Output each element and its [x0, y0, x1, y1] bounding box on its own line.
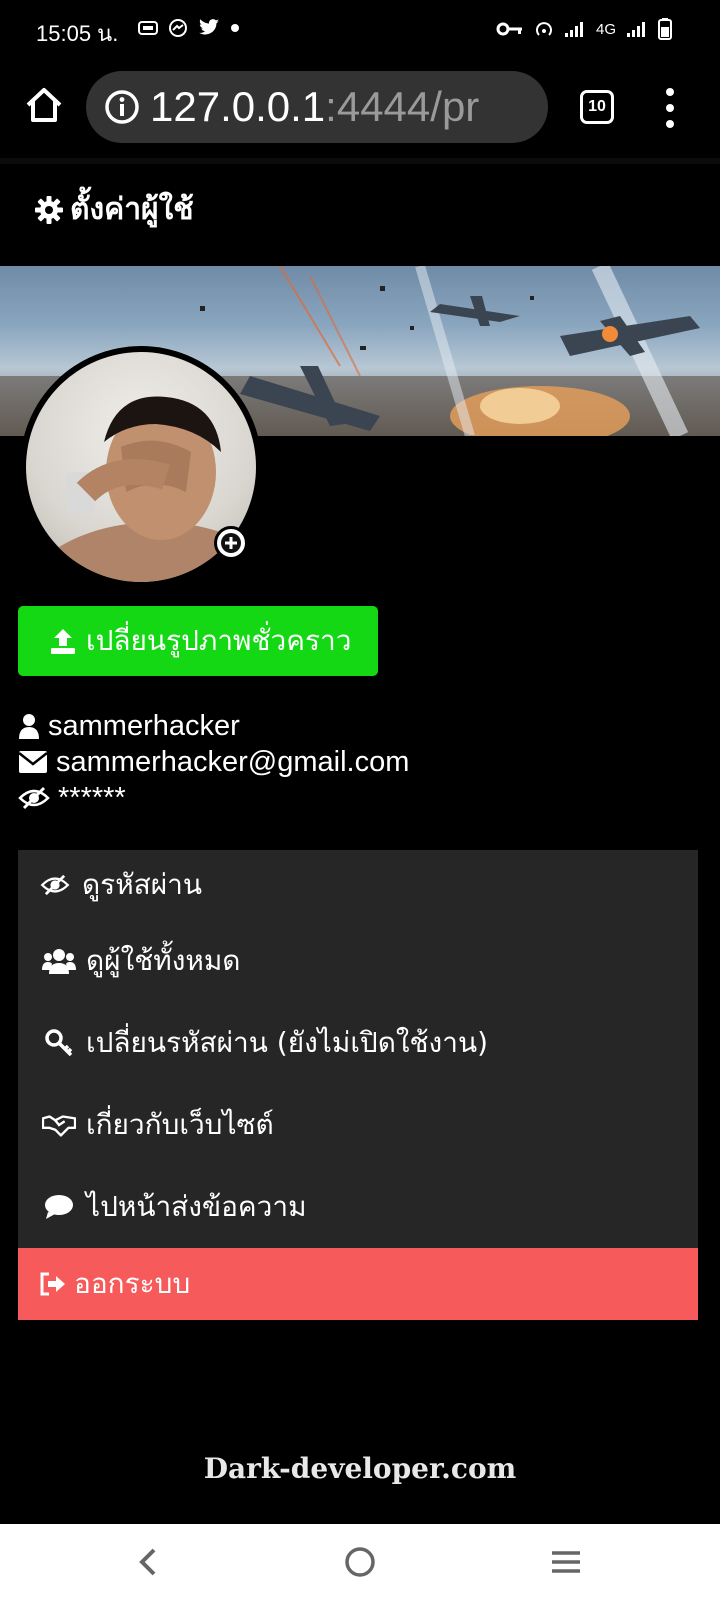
voicemail-icon [138, 21, 158, 35]
add-photo-button[interactable] [214, 526, 248, 560]
home-circle-icon[interactable] [338, 1540, 382, 1584]
username-row: sammerhacker [18, 708, 409, 744]
email-text: sammerhacker@gmail.com [56, 745, 410, 778]
menu-about-site[interactable]: เกี่ยวกับเว็บไซต์ [18, 1084, 698, 1166]
back-icon[interactable] [128, 1540, 172, 1584]
change-photo-button[interactable]: เปลี่ยนรูปภาพชั่วคราว [18, 606, 378, 676]
menu-send-message-label: ไปหน้าส่งข้อความ [86, 1190, 307, 1223]
comment-icon [42, 1190, 76, 1224]
username-text: sammerhacker [48, 709, 240, 742]
upload-icon [51, 629, 75, 654]
users-icon [42, 944, 76, 978]
address-bar[interactable]: 127.0.0.1:4444/pr [86, 71, 548, 143]
tab-switcher-button[interactable]: 10 [580, 90, 614, 124]
signal-icon [564, 22, 583, 37]
eye-slash-icon [18, 786, 50, 810]
key-icon [42, 1026, 76, 1060]
menu-change-password-label: เปลี่ยนรหัสผ่าน (ยังไม่เปิดใช้งาน) [86, 1026, 489, 1059]
overflow-menu-icon[interactable] [662, 88, 678, 128]
browser-toolbar: 127.0.0.1:4444/pr 10 [0, 58, 720, 158]
hotspot-icon [536, 22, 552, 36]
menu-view-password-label: ดูรหัสผ่าน [82, 868, 203, 901]
home-icon[interactable] [22, 83, 66, 127]
handshake-icon [42, 1108, 76, 1142]
user-icon [19, 714, 39, 739]
menu-all-users-label: ดูผู้ใช้ทั้งหมด [86, 944, 241, 977]
settings-menu: ดูรหัสผ่าน ดูผู้ใช้ทั้งหมด เปลี่ยนรหัสผ่… [18, 850, 698, 1248]
menu-view-password[interactable]: ดูรหัสผ่าน [18, 850, 698, 920]
menu-all-users[interactable]: ดูผู้ใช้ทั้งหมด [18, 920, 698, 1002]
eye-slash-icon [38, 868, 72, 902]
password-mask: ****** [58, 781, 126, 814]
signal-icon-2 [627, 22, 645, 37]
recents-icon[interactable] [544, 1540, 588, 1584]
gear-icon [35, 195, 63, 224]
sign-out-icon [40, 1272, 65, 1296]
change-photo-label: เปลี่ยนรูปภาพชั่วคราว [86, 624, 352, 657]
vpn-key-icon [496, 22, 522, 36]
battery-icon [658, 18, 672, 40]
twitter-icon [199, 19, 219, 35]
toolbar-divider [0, 158, 720, 164]
messenger-icon [169, 19, 187, 37]
logout-button[interactable]: ออกระบบ [18, 1248, 698, 1320]
network-type: 4G [595, 20, 616, 38]
status-bar: 15:05 น. 4G [0, 0, 720, 58]
password-row: ****** [18, 780, 409, 816]
menu-send-message[interactable]: ไปหน้าส่งข้อความ [18, 1166, 698, 1248]
plus-icon [221, 533, 241, 553]
menu-change-password[interactable]: เปลี่ยนรหัสผ่าน (ยังไม่เปิดใช้งาน) [18, 1002, 698, 1084]
menu-about-site-label: เกี่ยวกับเว็บไซต์ [86, 1108, 274, 1141]
logout-label: ออกระบบ [74, 1267, 191, 1300]
system-nav-bar [0, 1524, 720, 1600]
dot-icon [231, 24, 239, 32]
page-title-text: ตั้งค่าผู้ใช้ [70, 192, 194, 227]
footer-text[interactable]: Dark-developer.com [0, 1452, 720, 1485]
email-row: sammerhacker@gmail.com [18, 744, 409, 780]
info-icon[interactable] [104, 89, 140, 125]
url-path: :4444/pr [325, 83, 480, 130]
page-title: ตั้งค่าผู้ใช้ [34, 186, 194, 233]
status-time: 15:05 น. [36, 21, 119, 46]
profile-info: sammerhacker sammerhacker@gmail.com ****… [18, 708, 409, 816]
envelope-icon [18, 751, 48, 773]
url-host: 127.0.0.1 [150, 83, 326, 130]
